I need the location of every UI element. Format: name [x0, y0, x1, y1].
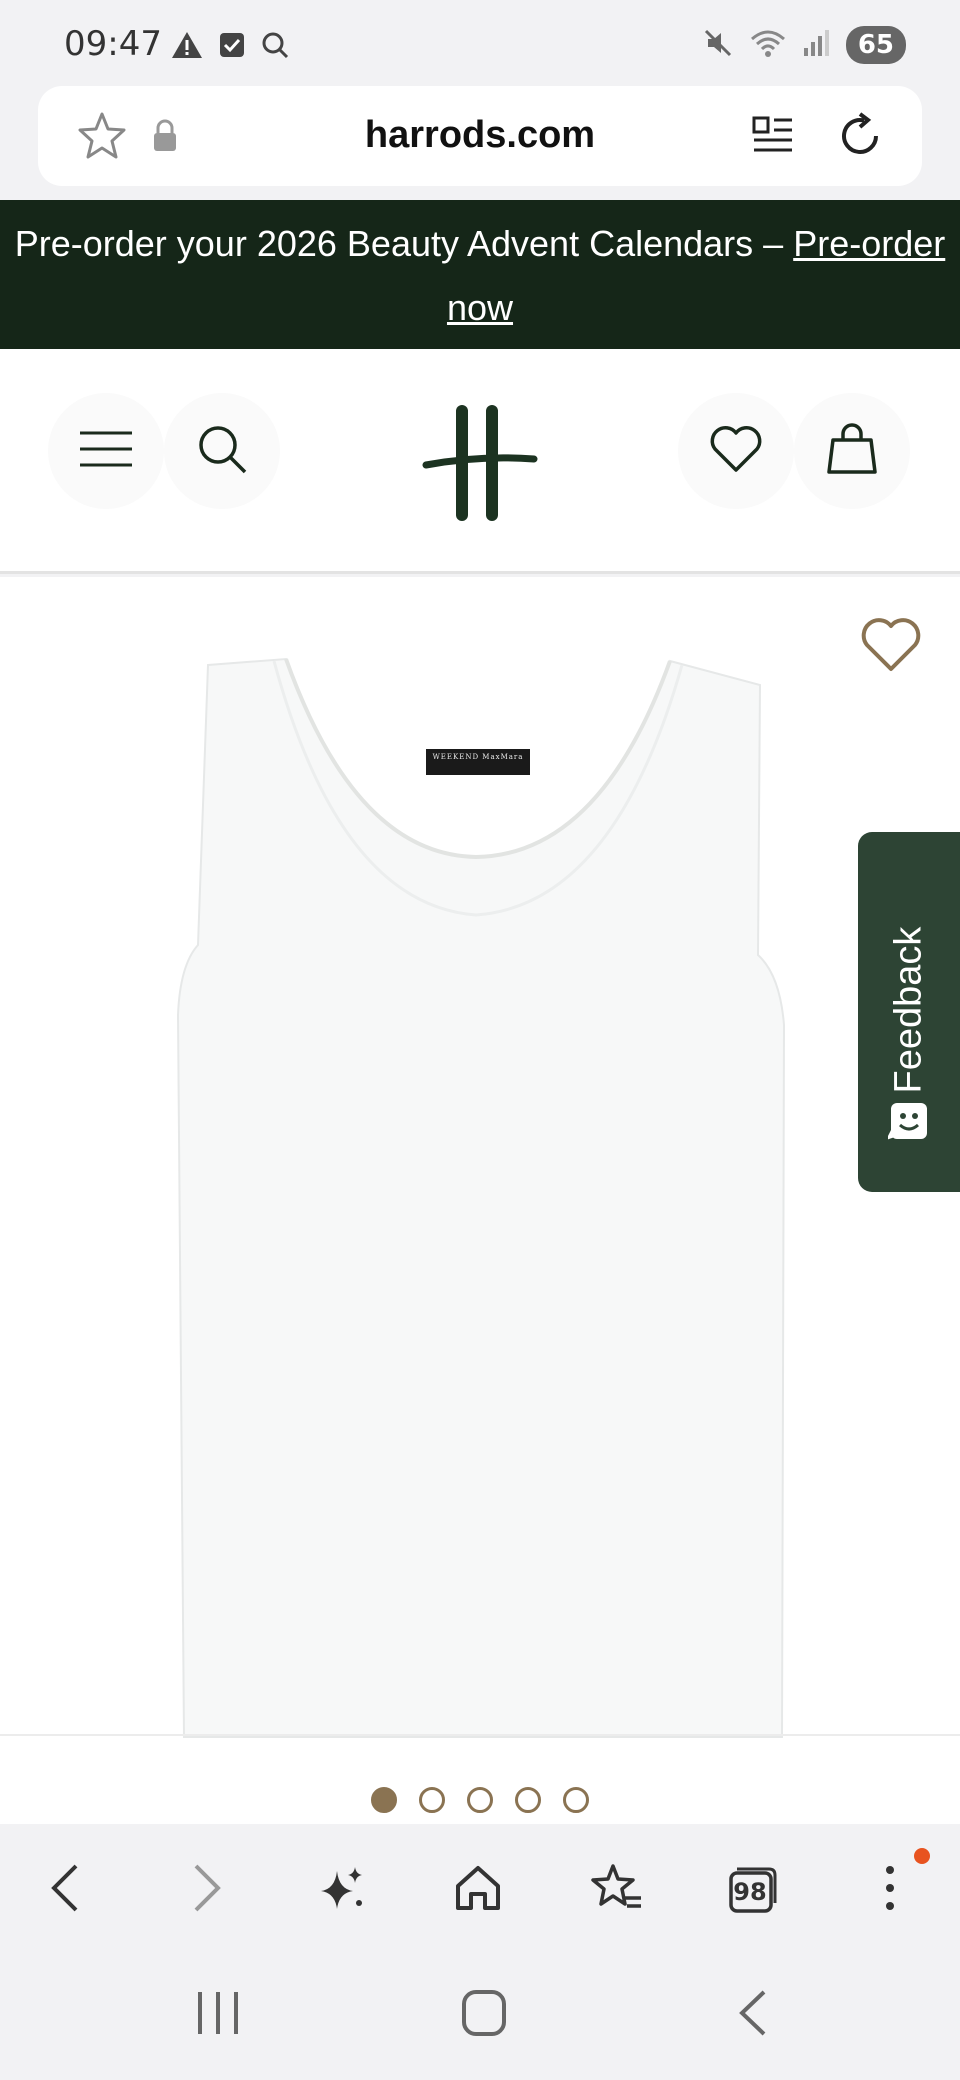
checkbox-icon [218, 31, 246, 64]
menu-button[interactable] [48, 393, 164, 509]
more-menu-button[interactable] [852, 1852, 928, 1928]
star-list-icon [589, 1862, 643, 1919]
forward-button[interactable] [168, 1852, 244, 1928]
wifi-icon [748, 27, 788, 64]
mute-icon [702, 27, 734, 64]
home-icon [452, 1862, 504, 1919]
back-nav-icon[interactable] [734, 1986, 774, 2045]
divider [0, 1734, 960, 1736]
bookmarks-button[interactable] [578, 1852, 654, 1928]
system-nav-bar [0, 1950, 960, 2080]
status-bar: 09:47 65 [0, 0, 960, 84]
hamburger-icon [78, 429, 134, 474]
add-to-wishlist-icon[interactable] [860, 615, 922, 678]
more-vertical-icon [884, 1864, 896, 1917]
status-left-icons [170, 30, 290, 65]
recent-apps-icon[interactable] [194, 1986, 242, 2045]
ai-assist-button[interactable] [304, 1852, 380, 1928]
promo-text: Pre-order your 2026 Beauty Advent Calend… [14, 223, 794, 264]
status-time: 09:47 [64, 24, 162, 64]
feedback-tab[interactable]: Feedback [858, 832, 960, 1192]
status-right-icons: 65 [702, 26, 906, 64]
reload-icon[interactable] [834, 110, 886, 167]
carousel-dot[interactable] [563, 1787, 589, 1813]
product-image[interactable]: WEEKEND MaxMara [170, 655, 790, 1750]
product-brand-label: WEEKEND MaxMara [432, 753, 524, 761]
carousel-dots [0, 1787, 960, 1813]
carousel-dot[interactable] [371, 1787, 397, 1813]
search-button[interactable] [164, 393, 280, 509]
reader-mode-icon[interactable] [750, 112, 796, 163]
bag-button[interactable] [794, 393, 910, 509]
carousel-dot[interactable] [467, 1787, 493, 1813]
feedback-label: Feedback [887, 926, 930, 1094]
heart-icon [709, 424, 763, 479]
home-button[interactable] [440, 1852, 516, 1928]
signal-icon [802, 28, 832, 63]
sparkle-icon [317, 1863, 367, 1918]
shopping-bag-icon [825, 422, 879, 481]
browser-toolbar: 98 [0, 1824, 960, 1950]
battery-level: 65 [845, 26, 906, 64]
harrods-logo[interactable] [420, 399, 540, 530]
carousel-dot[interactable] [515, 1787, 541, 1813]
tabs-count: 98 [733, 1878, 767, 1906]
search-icon [195, 422, 249, 481]
wishlist-button[interactable] [678, 393, 794, 509]
warning-icon [170, 30, 204, 65]
chevron-left-icon [46, 1862, 86, 1919]
home-nav-icon[interactable] [460, 1986, 508, 2045]
smiley-chat-icon [886, 1100, 930, 1147]
back-button[interactable] [28, 1852, 104, 1928]
tabs-button[interactable]: 98 [714, 1852, 790, 1928]
carousel-dot[interactable] [419, 1787, 445, 1813]
promo-banner: Pre-order your 2026 Beauty Advent Calend… [0, 200, 960, 349]
url-bar[interactable]: harrods.com [38, 86, 922, 186]
chevron-right-icon [186, 1862, 226, 1919]
notification-dot [914, 1848, 930, 1864]
product-gallery: WEEKEND MaxMara [0, 577, 960, 1824]
site-header [0, 349, 960, 574]
page: 09:47 65 harrods.com Pre-order your 2026… [0, 0, 960, 2080]
search-icon [260, 30, 290, 65]
